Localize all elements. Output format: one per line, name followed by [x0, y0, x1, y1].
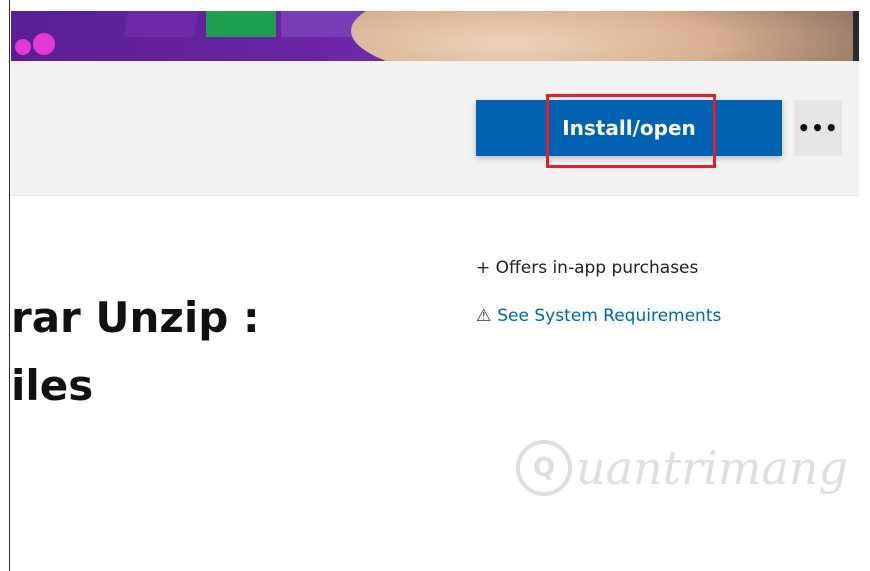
more-options-button[interactable]: •••	[794, 100, 842, 156]
hero-tile	[124, 11, 198, 37]
hero-tile	[206, 11, 276, 37]
hero-hand-image	[351, 11, 859, 61]
in-app-purchases-note: + Offers in-app purchases	[476, 258, 699, 278]
hero-dot	[15, 39, 31, 55]
app-title-line-1: rar Unzip :	[11, 293, 260, 342]
watermark-text: uantrimang	[576, 441, 848, 495]
app-title-line-2: iles	[11, 361, 94, 410]
action-bar: Install/open •••	[11, 61, 859, 196]
system-requirements-row: ⚠ See System Requirements	[476, 306, 721, 326]
system-requirements-link[interactable]: See System Requirements	[497, 306, 721, 326]
hero-dot	[33, 33, 55, 55]
window-left-edge	[0, 0, 10, 571]
watermark-logo-icon: Q	[516, 440, 572, 496]
warning-icon: ⚠	[476, 306, 492, 326]
install-open-button[interactable]: Install/open	[476, 100, 782, 156]
hero-banner	[11, 11, 859, 61]
hero-right-edge	[853, 11, 859, 61]
watermark: Q uantrimang	[516, 440, 848, 496]
